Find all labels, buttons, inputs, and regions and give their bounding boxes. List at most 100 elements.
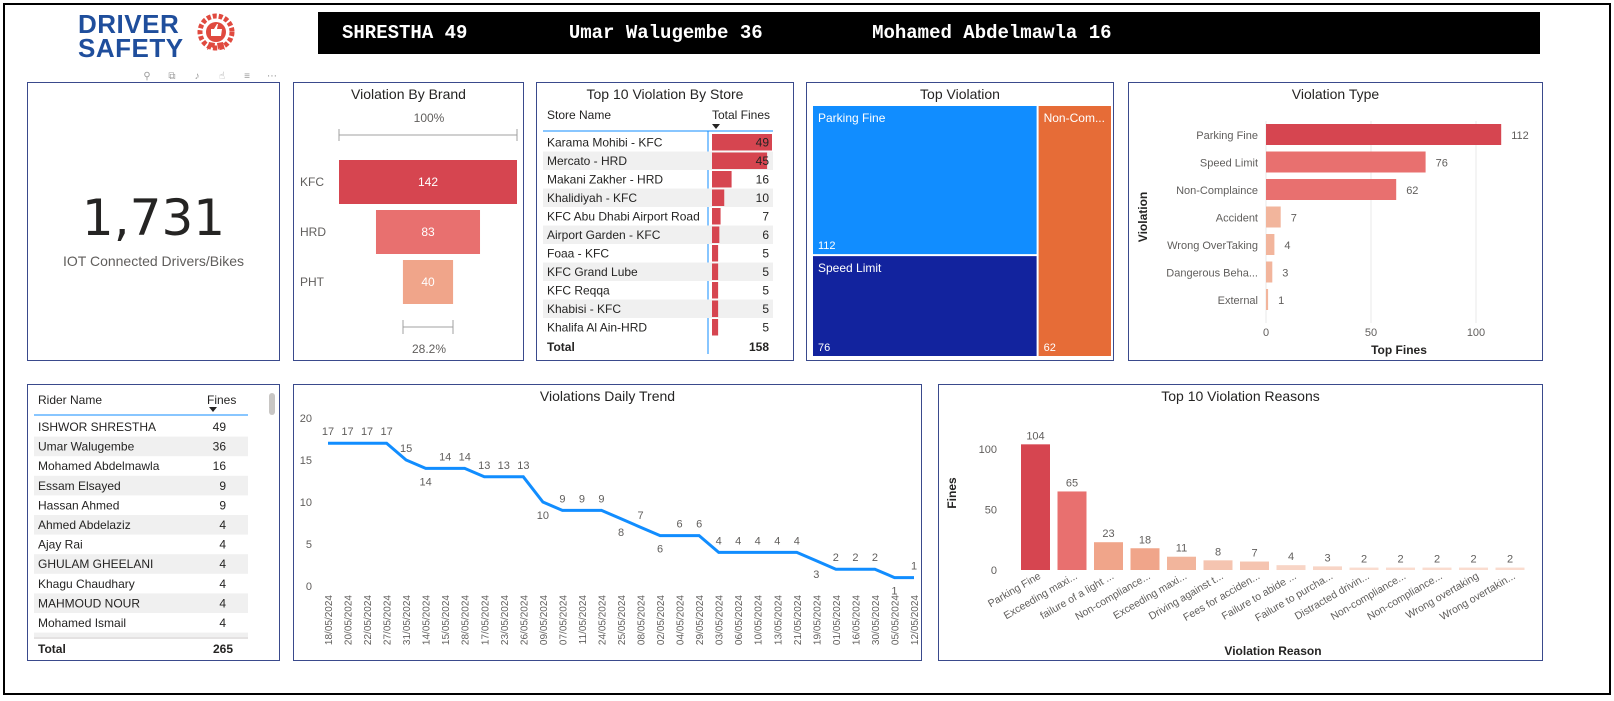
store-name-cell[interactable]: KFC Grand Lube — [547, 265, 638, 279]
treemap-tile[interactable] — [1038, 106, 1111, 356]
funnel-category-label: HRD — [300, 225, 326, 239]
trend-point-label: 3 — [813, 569, 819, 581]
rider-name-cell[interactable]: Umar Walugembe — [38, 440, 135, 454]
store-fines-cell: 49 — [756, 136, 770, 150]
funnel-top-pct: 100% — [414, 111, 445, 125]
reasons-bar[interactable] — [1203, 560, 1233, 570]
reasons-value-label: 2 — [1397, 554, 1403, 566]
rider-fines-cell: 4 — [219, 518, 226, 532]
rider-name-cell[interactable]: GHULAM GHEELANI — [38, 557, 153, 571]
vtype-bar[interactable] — [1266, 234, 1275, 255]
reasons-value-label: 8 — [1215, 546, 1221, 558]
daily-trend-panel[interactable]: Violations Daily Trend 0 5 10 15 20 17 18/05/2… — [293, 384, 922, 661]
vtype-bar[interactable] — [1266, 179, 1397, 200]
treemap-category-label: Speed Limit — [818, 261, 882, 275]
trend-point-label: 6 — [677, 519, 683, 531]
reasons-y-tick: 100 — [979, 444, 997, 456]
reasons-panel[interactable]: Top 10 Violation Reasons 0 50 100 104 Parkin… — [938, 384, 1543, 661]
reasons-bar[interactable] — [1386, 567, 1415, 570]
reasons-bar[interactable] — [1313, 566, 1342, 570]
violation-type-chart: 0 50 100 Parking Fine 112 Speed Limit 76 Non-Co… — [1136, 121, 1529, 357]
store-name-cell[interactable]: Khabisi - KFC — [547, 302, 621, 316]
reasons-y-tick: 0 — [991, 565, 997, 577]
store-fines-cell: 6 — [762, 228, 769, 242]
store-fine-bar — [712, 300, 719, 317]
store-name-cell[interactable]: Foaa - KFC — [547, 247, 609, 261]
reasons-value-label: 2 — [1361, 554, 1367, 566]
reasons-bar[interactable] — [1057, 491, 1087, 570]
store-name-cell[interactable]: KFC Reqqa — [547, 284, 610, 298]
vtype-value-label: 7 — [1291, 213, 1297, 225]
rider-table-panel[interactable]: Rider Name Fines ISHWOR SHRESTHA 49 Umar Wal… — [27, 384, 280, 661]
vtype-value-label: 76 — [1436, 158, 1448, 170]
kpi-card[interactable]: 1,731 IOT Connected Drivers/Bikes — [27, 82, 280, 361]
reasons-bar[interactable] — [1459, 567, 1488, 570]
reasons-bar[interactable] — [1130, 548, 1160, 570]
trend-x-tick: 17/05/2024 — [480, 595, 491, 645]
rider-name-cell[interactable]: Ahmed Abdelaziz — [38, 518, 131, 532]
brand-funnel-chart: 100% 142 KFC 83 HRD 40 PHT 28.2% — [300, 111, 518, 356]
reasons-bar[interactable] — [1167, 556, 1196, 570]
reasons-bar[interactable] — [1021, 444, 1050, 570]
vtype-value-label: 4 — [1284, 240, 1290, 252]
vtype-category-label: Wrong OverTaking — [1167, 240, 1258, 252]
store-fines-cell: 10 — [756, 191, 770, 205]
reasons-value-label: 104 — [1026, 430, 1044, 442]
rider-name-cell[interactable]: Hassan Ahmed — [38, 498, 119, 512]
store-name-cell[interactable]: Khalidiyah - KFC — [547, 191, 637, 205]
reasons-bar[interactable] — [1240, 561, 1269, 570]
trend-x-tick: 23/05/2024 — [500, 595, 511, 645]
rider-name-cell[interactable]: Khagu Chaudhary — [38, 577, 135, 591]
store-table-panel[interactable]: Top 10 Violation By Store Store Name Tota… — [536, 82, 794, 361]
store-name-cell[interactable]: Airport Garden - KFC — [547, 228, 661, 242]
violation-type-panel[interactable]: Violation Type 0 50 100 Parking Fine 112 Spee… — [1128, 82, 1543, 361]
rider-fines-cell: 49 — [213, 420, 227, 434]
trend-point-label: 17 — [380, 426, 392, 438]
store-name-cell[interactable]: Karama Mohibi - KFC — [547, 136, 663, 150]
vtype-bar[interactable] — [1266, 289, 1269, 310]
rider-name-cell[interactable]: Mohamed Ismail — [38, 616, 126, 630]
trend-point-label: 1 — [911, 561, 917, 573]
reasons-bar[interactable] — [1094, 542, 1123, 570]
ticker-item: SHRESTHA 49 — [342, 22, 468, 44]
store-name-cell[interactable]: Khalifa Al Ain-HRD — [547, 321, 647, 335]
vtype-value-label: 62 — [1406, 185, 1418, 197]
vtype-bar[interactable] — [1266, 261, 1273, 283]
brand-funnel-panel[interactable]: Violation By Brand 100% 142 KFC 83 HRD 40 PHT… — [293, 82, 524, 361]
vtype-x-axis-title: Top Fines — [1371, 343, 1427, 357]
reasons-bar[interactable] — [1349, 567, 1379, 570]
trend-point-label: 9 — [598, 493, 604, 505]
funnel-value-label: 83 — [421, 225, 435, 239]
store-name-cell[interactable]: KFC Abu Dhabi Airport Road — [547, 210, 700, 224]
store-fine-bar — [712, 226, 720, 243]
trend-x-tick: 13/05/2024 — [773, 595, 784, 645]
trend-x-tick: 11/05/2024 — [578, 595, 589, 645]
store-fine-bar — [712, 245, 719, 262]
vtype-bar[interactable] — [1266, 151, 1426, 173]
vtype-value-label: 112 — [1511, 130, 1529, 142]
rider-fines-cell: 4 — [219, 538, 226, 552]
trend-x-tick: 04/05/2024 — [676, 595, 687, 645]
rider-name-cell[interactable]: Ajay Rai — [38, 538, 83, 552]
store-name-cell[interactable]: Mercato - HRD — [547, 154, 627, 168]
treemap-panel[interactable]: Top Violation Parking Fine 112 Speed Limit… — [806, 82, 1114, 361]
trend-point-label: 13 — [517, 460, 529, 472]
store-fine-bar — [712, 208, 721, 225]
vtype-bar[interactable] — [1266, 206, 1281, 228]
rider-name-cell[interactable]: Essam Elsayed — [38, 479, 121, 493]
trend-x-tick: 21/05/2024 — [793, 595, 804, 645]
treemap-category-label: Non-Com... — [1044, 111, 1105, 125]
rider-name-cell[interactable]: MAHMOUD NOUR — [38, 596, 140, 610]
rider-name-cell[interactable]: Mohamed Abdelmawla — [38, 459, 160, 473]
store-name-cell[interactable]: Makani Zakher - HRD — [547, 173, 663, 187]
trend-x-tick: 08/05/2024 — [637, 595, 648, 645]
trend-line[interactable] — [328, 441, 914, 580]
vtype-bar[interactable] — [1266, 124, 1502, 145]
treemap-tile[interactable] — [813, 106, 1037, 255]
reasons-bar[interactable] — [1495, 567, 1525, 570]
rider-name-cell[interactable]: ISHWOR SHRESTHA — [38, 420, 156, 434]
rider-table-scrollbar[interactable] — [269, 393, 275, 415]
reasons-bar[interactable] — [1276, 565, 1306, 570]
vtype-value-label: 3 — [1282, 268, 1288, 280]
reasons-bar[interactable] — [1422, 567, 1452, 570]
